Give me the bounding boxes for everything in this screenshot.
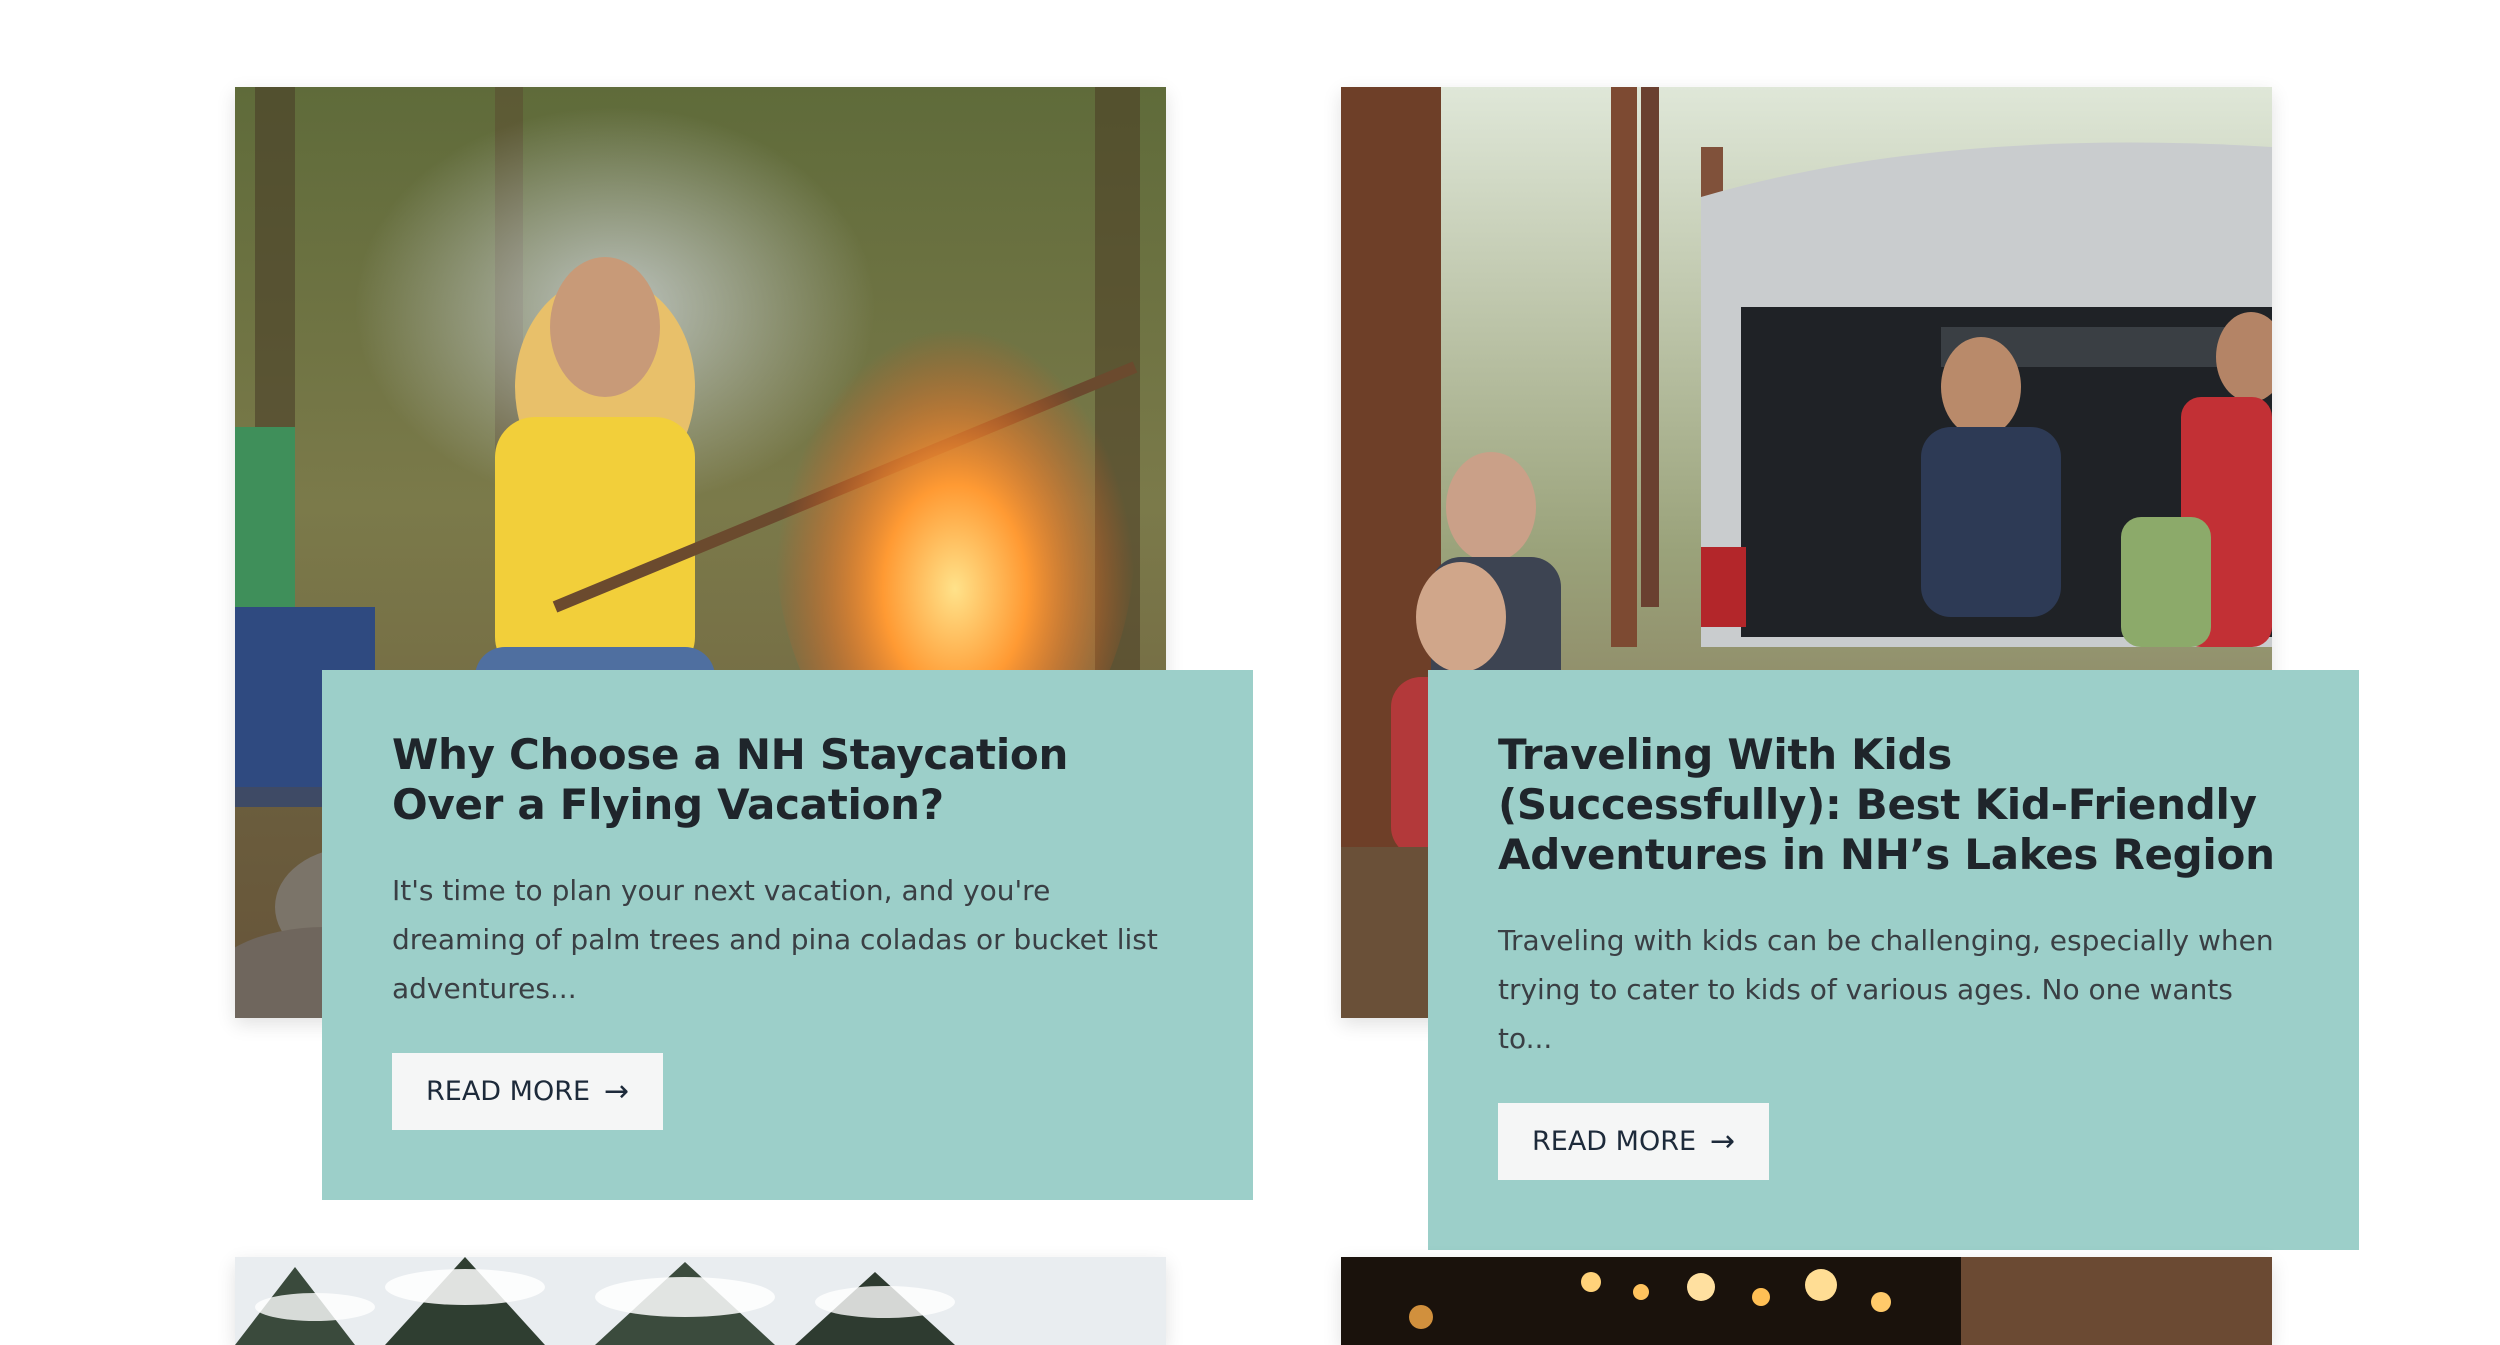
post-image-snowy-trees[interactable]	[235, 1257, 1166, 1345]
arrow-right-icon: →	[1710, 1123, 1736, 1159]
post-excerpt: Traveling with kids can be challenging, …	[1498, 924, 2274, 1055]
arrow-right-icon: →	[604, 1073, 630, 1109]
snowy-trees-photo	[235, 1257, 1166, 1345]
post-summary-panel: Traveling With Kids (Successfully): Best…	[1428, 670, 2359, 1250]
post-summary-panel: Why Choose a NH Staycation Over a Flying…	[322, 670, 1253, 1200]
read-more-label: READ MORE	[1532, 1126, 1697, 1157]
post-excerpt: It's time to plan your next vacation, an…	[392, 874, 1158, 1005]
post-image-string-lights[interactable]	[1341, 1257, 2272, 1345]
post-title[interactable]: Why Choose a NH Staycation Over a Flying…	[392, 730, 1183, 830]
read-more-button[interactable]: READ MORE →	[392, 1053, 664, 1130]
read-more-button[interactable]: READ MORE →	[1498, 1103, 1770, 1180]
post-title[interactable]: Traveling With Kids (Successfully): Best…	[1498, 730, 2289, 880]
string-lights-photo	[1341, 1257, 2272, 1345]
read-more-label: READ MORE	[426, 1076, 591, 1107]
